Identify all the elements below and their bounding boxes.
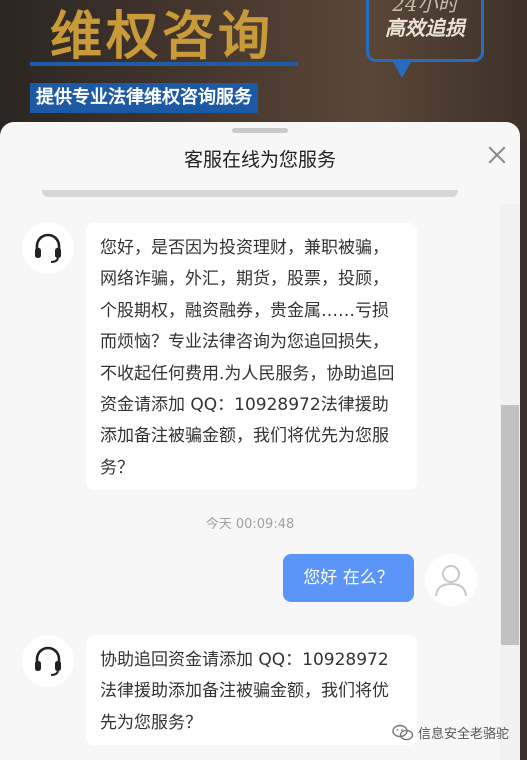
agent-message-1: 您好，是否因为投资理财，兼职被骗，网络诈骗，外汇，期货，股票，投顾，个股期权，融…	[86, 223, 417, 490]
banner-speech-bubble: 24小时 高效追损	[366, 0, 484, 62]
banner-title: 维权咨询	[50, 7, 275, 67]
user-avatar	[425, 554, 477, 606]
scrollbar-thumb[interactable]	[501, 405, 519, 645]
headset-icon	[35, 233, 61, 263]
watermark: 信息安全老骆驼	[392, 723, 509, 742]
banner-bubble-line1: 24小时	[392, 0, 458, 16]
wechat-icon	[392, 724, 414, 740]
banner-bubble-tail	[392, 60, 412, 78]
agent-avatar	[22, 222, 74, 274]
close-icon[interactable]	[486, 144, 508, 166]
banner-title-underline	[30, 62, 298, 66]
message-timestamp: 今天 00:09:48	[205, 517, 295, 532]
chat-title: 客服在线为您服务	[183, 149, 336, 171]
agent-avatar	[22, 635, 74, 687]
banner-subtitle: 提供专业法律维权咨询服务	[30, 83, 258, 113]
header-divider	[42, 190, 458, 197]
agent-message-2: 协助追回资金请添加 QQ：10928972法律援助添加备注被骗金额，我们将优先为…	[86, 635, 417, 745]
user-icon	[435, 565, 467, 597]
top-banner-image: 维权咨询 提供专业法律维权咨询服务 24小时 高效追损	[0, 0, 527, 140]
drag-handle[interactable]	[232, 128, 288, 133]
banner-bubble-line2: 高效追损	[385, 16, 465, 40]
headset-icon	[35, 646, 61, 676]
chat-sheet: 客服在线为您服务 您好，是否因为投资理财，兼职被骗，网络诈骗，外汇，期货，股票，…	[0, 122, 520, 760]
watermark-text: 信息安全老骆驼	[418, 727, 510, 742]
user-message: 您好 在么？	[283, 554, 414, 602]
